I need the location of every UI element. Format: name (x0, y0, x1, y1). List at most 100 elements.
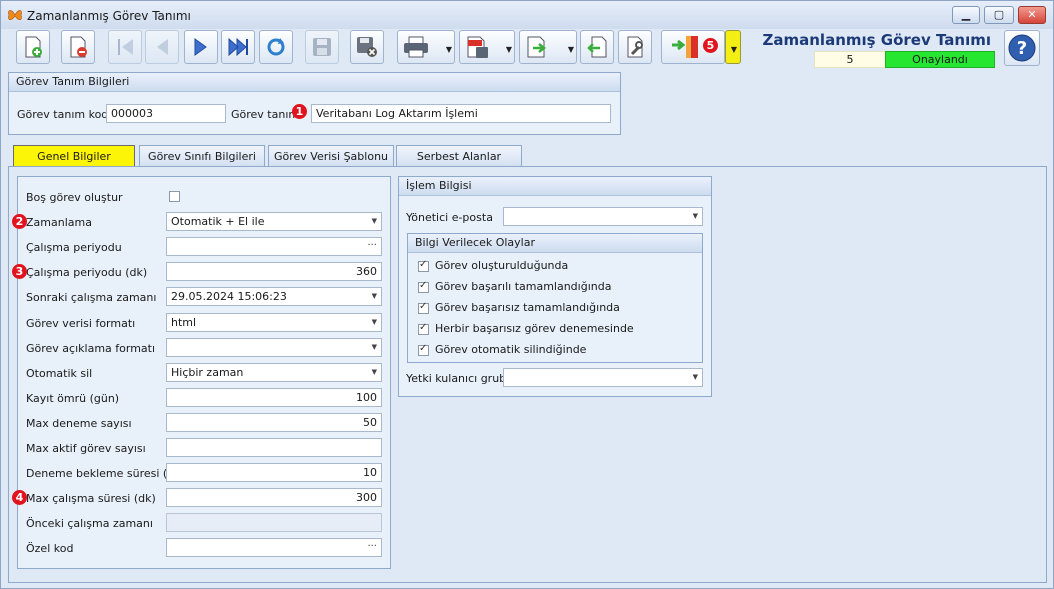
max-attempts-value: 50 (363, 415, 377, 429)
event-checkbox-1[interactable] (418, 259, 429, 272)
task-description-format-select[interactable]: ▼ (166, 337, 382, 357)
task-name-input[interactable]: Veritabanı Log Aktarım İşlemi (311, 104, 611, 123)
task-code-input[interactable]: 000003 (106, 104, 226, 123)
max-attempts-input[interactable]: 50 (166, 412, 382, 432)
save-button[interactable] (305, 30, 339, 64)
schedule-select[interactable]: Otomatik + El ile ▼ (166, 212, 382, 232)
retry-wait-value: 10 (363, 466, 377, 480)
run-period-input[interactable]: ··· (166, 237, 382, 257)
retry-wait-input[interactable]: 10 (166, 463, 382, 483)
max-active-tasks-label: Max aktif görev sayısı (26, 442, 146, 455)
record-lifetime-input[interactable]: 100 (166, 387, 382, 407)
cancel-save-button[interactable] (350, 30, 384, 64)
event-checkbox-2[interactable] (418, 280, 429, 293)
chevron-down-icon: ▼ (371, 317, 377, 326)
event-label-3: Görev başarısız tamamlandığında (435, 301, 620, 314)
process-info-group: İşlem Bilgisi Yönetici e-posta ▼ Bilgi V… (398, 176, 712, 397)
next-record-button[interactable] (184, 30, 218, 64)
first-record-button[interactable] (108, 30, 142, 64)
pdf-export-button[interactable]: ▼ (459, 30, 515, 64)
chevron-down-icon: ▼ (371, 367, 377, 376)
task-info-group-title: Görev Tanım Bilgileri (9, 73, 620, 92)
ellipsis-icon[interactable]: ··· (367, 238, 377, 254)
toolbar: ▼ ▼ ▼ 5 ▼ Zamanlanmış Görev Tanımı 5 Ona… (1, 29, 1053, 69)
next-run-time-label: Sonraki çalışma zamanı (26, 291, 157, 305)
annotation-badge-3: 3 (12, 264, 27, 280)
next-record-icon (194, 38, 207, 56)
auto-delete-label: Otomatik sil (26, 366, 93, 380)
main-window: Zamanlanmış Görev Tanımı ▁ ▢ ✕ ▼ ▼ ▼ 5 ▼… (0, 0, 1054, 589)
butterfly-icon (8, 10, 22, 20)
tab-task-class[interactable]: Görev Sınıfı Bilgileri (139, 145, 265, 166)
refresh-icon (267, 38, 285, 56)
task-data-format-select[interactable]: html ▼ (166, 312, 382, 332)
auto-delete-value: Hiçbir zaman (171, 365, 244, 379)
max-run-time-input[interactable]: 300 (166, 488, 382, 508)
event-checkbox-3[interactable] (418, 301, 429, 314)
schedule-value: Otomatik + El ile (171, 215, 265, 229)
previous-run-time-label: Önceki çalışma zamanı (26, 517, 153, 531)
annotation-badge-1: 1 (292, 104, 307, 119)
tools-button[interactable] (618, 30, 652, 64)
export-icon (527, 36, 547, 58)
tab-general[interactable]: Genel Bilgiler (13, 145, 135, 167)
tab-free-fields[interactable]: Serbest Alanlar (396, 145, 522, 166)
manager-email-label: Yönetici e-posta (406, 211, 493, 224)
chevron-down-icon: ▼ (371, 217, 377, 226)
run-period-minutes-value: 360 (356, 265, 377, 279)
save-icon (313, 38, 331, 56)
user-group-label: Yetki kulanıcı grubu (406, 372, 514, 385)
cancel-save-icon (357, 37, 377, 57)
new-button[interactable] (16, 30, 50, 64)
schedule-label: Zamanlama (26, 216, 92, 230)
exit-dropdown-button[interactable]: ▼ (725, 30, 741, 64)
task-data-format-value: html (171, 315, 197, 329)
tab-task-data-template[interactable]: Görev Verisi Şablonu (268, 145, 394, 166)
general-fields-group: Boş görev oluştur Zamanlama 2 Otomatik + El… (12, 176, 391, 569)
event-label-4: Herbir başarısız görev denemesinde (435, 322, 634, 335)
previous-record-icon (157, 39, 168, 55)
max-run-time-label: Max çalışma süresi (dk) (26, 492, 156, 506)
task-info-group: Görev Tanım Bilgileri Görev tanım kodu 0… (8, 72, 621, 135)
event-label-1: Görev oluşturulduğunda (435, 259, 569, 272)
minimize-button[interactable]: ▁ (952, 6, 980, 24)
auto-delete-select[interactable]: Hiçbir zaman ▼ (166, 362, 382, 382)
previous-record-button[interactable] (145, 30, 179, 64)
import-icon (587, 36, 607, 58)
run-period-minutes-label: Çalışma periyodu (dk) (26, 266, 148, 280)
ellipsis-icon[interactable]: ··· (367, 539, 377, 555)
event-checkbox-4[interactable] (418, 322, 429, 335)
help-button[interactable]: ? (1004, 30, 1040, 66)
next-run-time-value: 29.05.2024 15:06:23 (171, 290, 287, 304)
delete-button[interactable] (61, 30, 95, 64)
task-code-label: Görev tanım kodu (17, 108, 116, 121)
help-icon: ? (1008, 34, 1036, 62)
export-button[interactable]: ▼ (519, 30, 577, 64)
first-record-icon (118, 39, 133, 55)
next-run-time-select[interactable]: 29.05.2024 15:06:23 ▼ (166, 287, 382, 307)
record-lifetime-label: Kayıt ömrü (gün) (26, 391, 120, 405)
refresh-button[interactable] (259, 30, 293, 64)
maximize-button[interactable]: ▢ (984, 6, 1014, 24)
last-record-icon (228, 37, 248, 57)
chevron-down-icon: ▼ (371, 292, 377, 301)
max-active-tasks-input[interactable] (166, 438, 382, 457)
manager-email-select[interactable]: ▼ (503, 207, 703, 226)
task-description-format-label: Görev açıklama formatı (26, 341, 156, 355)
import-button[interactable] (580, 30, 614, 64)
run-period-minutes-input[interactable]: 360 (166, 262, 382, 282)
empty-task-checkbox[interactable] (169, 191, 180, 202)
last-record-button[interactable] (221, 30, 255, 64)
pdf-export-icon (467, 36, 488, 58)
retry-wait-label: Deneme bekleme süresi (dk) (26, 467, 185, 481)
exit-door-icon (672, 36, 698, 58)
print-button[interactable]: ▼ (397, 30, 455, 64)
event-checkbox-5[interactable] (418, 343, 429, 356)
chevron-down-icon: ▼ (692, 212, 698, 220)
special-code-input[interactable]: ··· (166, 538, 382, 558)
close-button[interactable]: ✕ (1018, 6, 1046, 24)
special-code-label: Özel kod (26, 542, 74, 556)
process-info-title: İşlem Bilgisi (399, 177, 711, 196)
run-period-label: Çalışma periyodu (26, 241, 122, 255)
user-group-select[interactable]: ▼ (503, 368, 703, 387)
